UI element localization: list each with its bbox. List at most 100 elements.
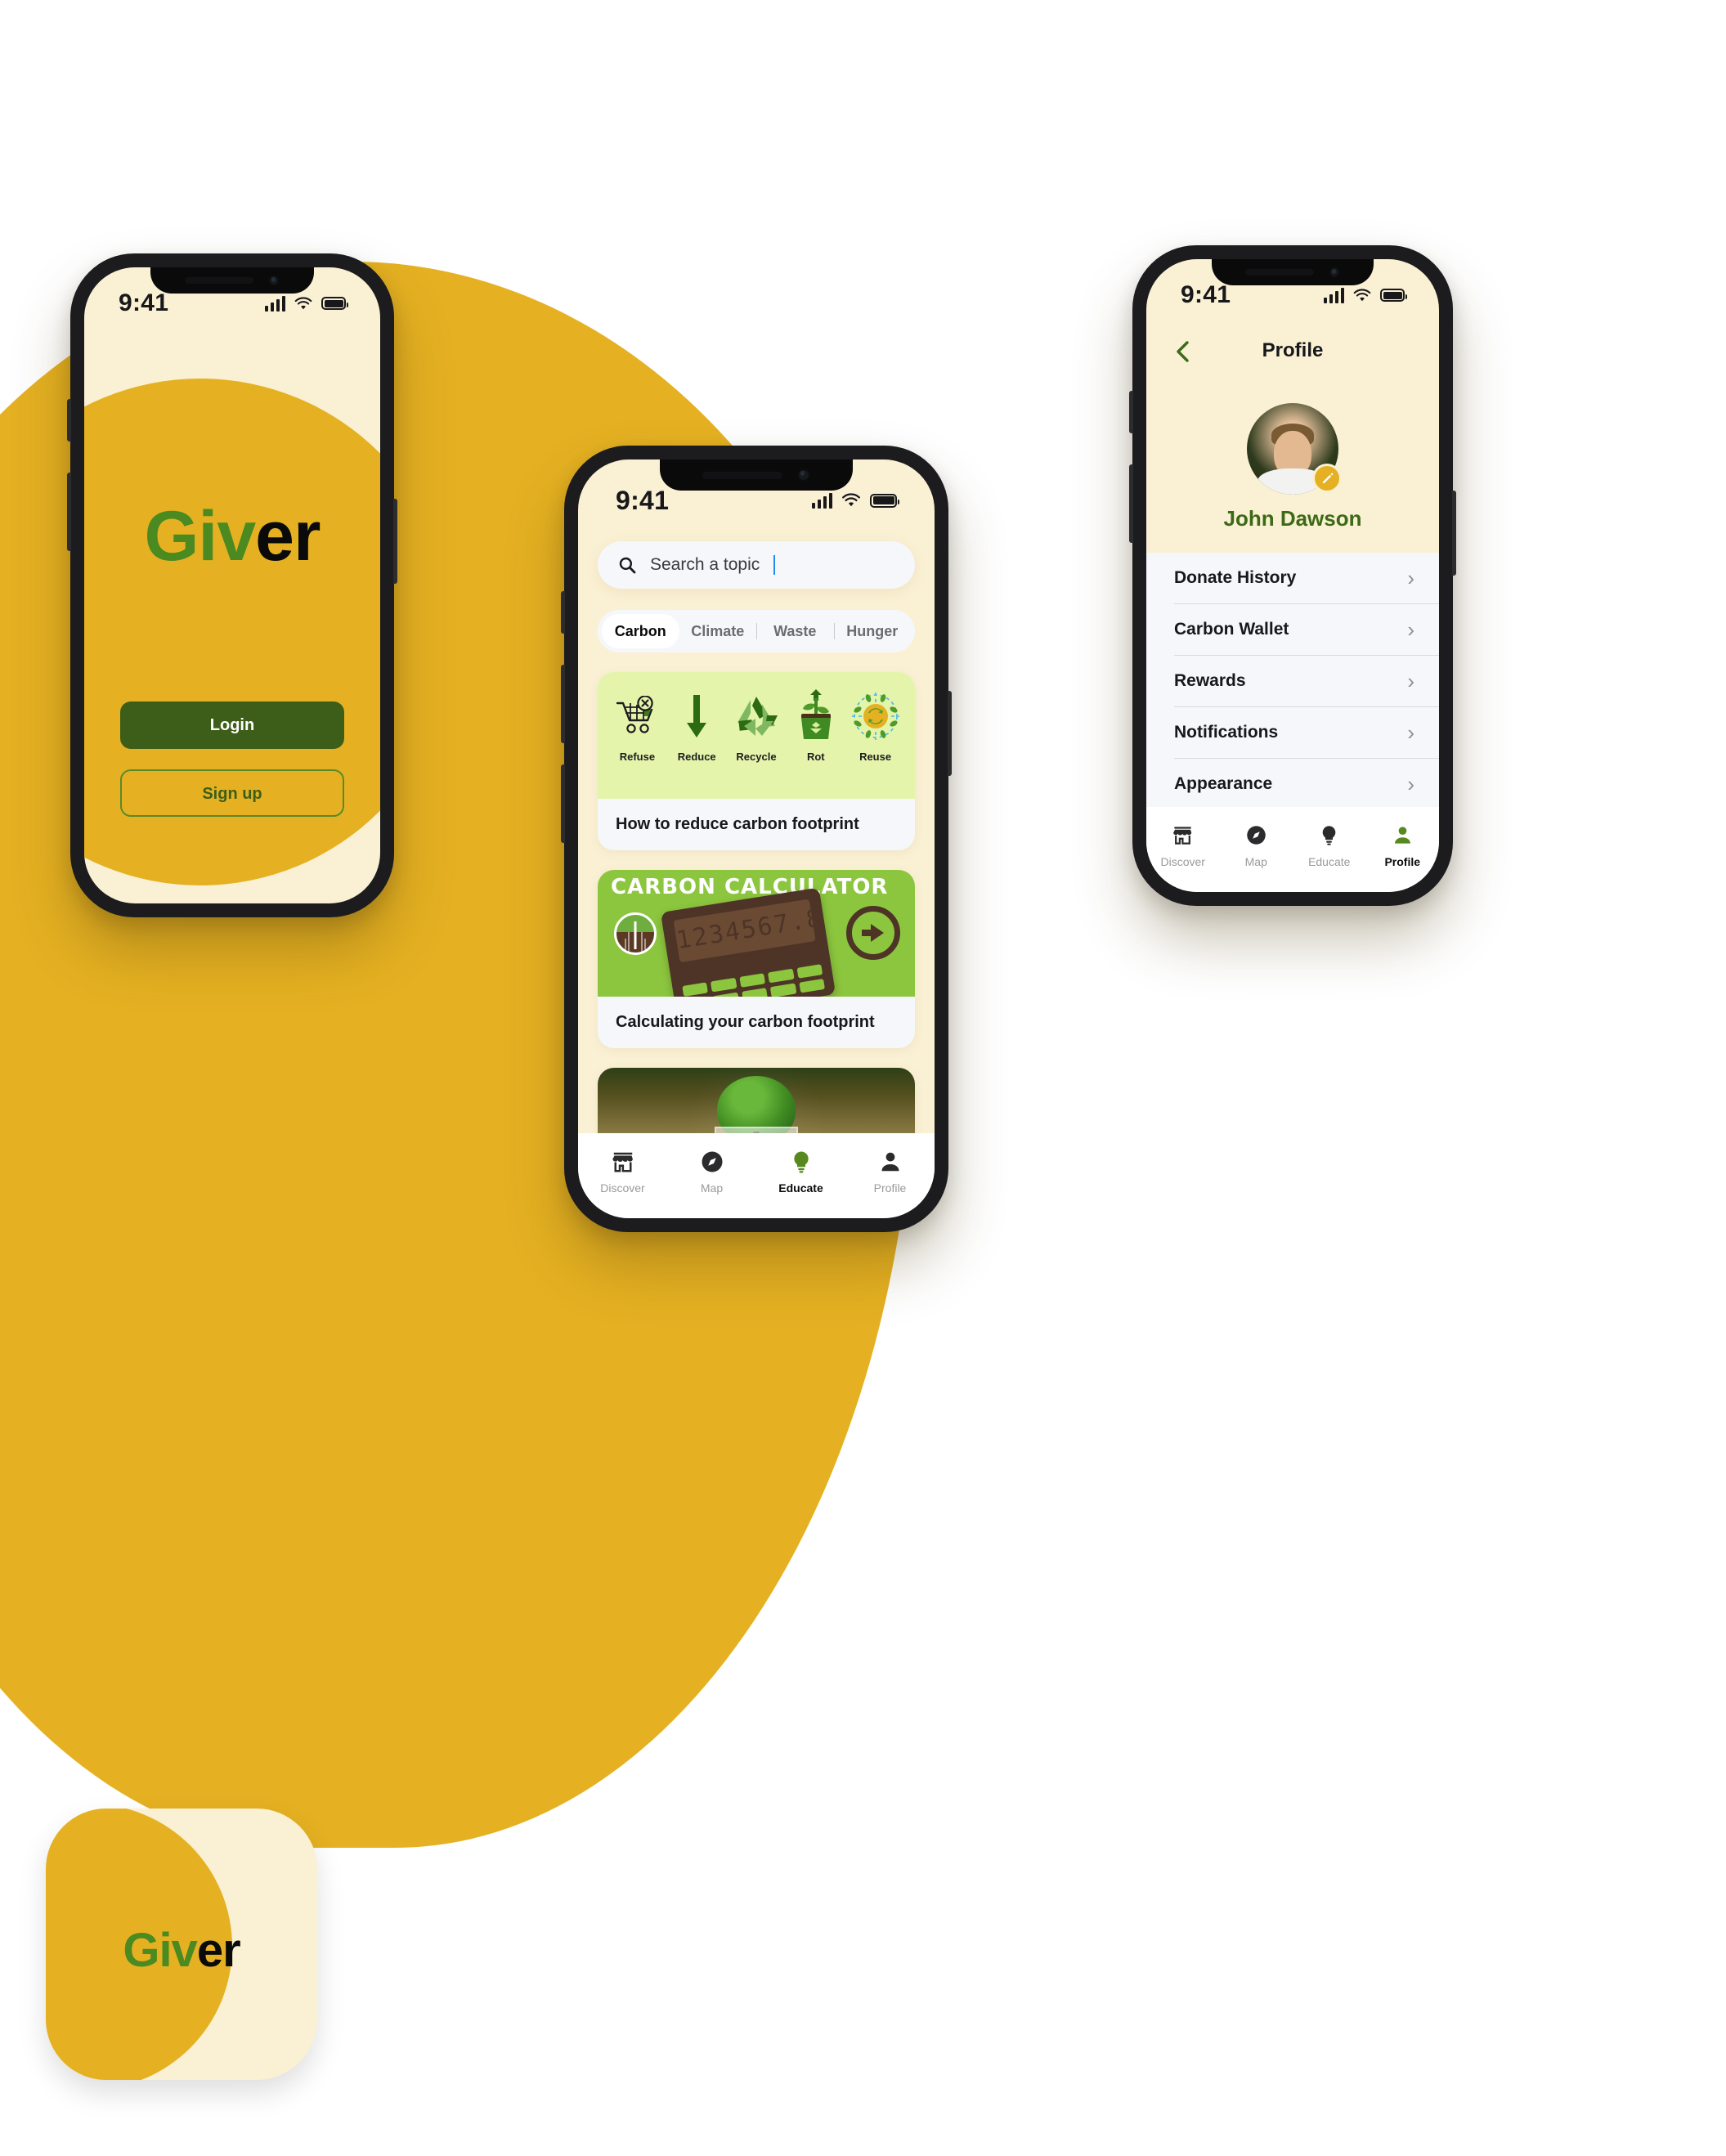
status-icons — [265, 295, 348, 312]
app-icon-wordmark: Giver — [46, 1923, 317, 1978]
content-scroll-area[interactable]: Refuse Reduce Recycle Rot Reuse How to r… — [578, 652, 935, 1133]
profile-header: Profile — [1146, 331, 1439, 383]
status-time: 9:41 — [616, 485, 670, 515]
profile-menu-item[interactable]: Carbon Wallet › — [1174, 604, 1439, 656]
status-icons — [1324, 287, 1407, 303]
tab-educate[interactable]: Educate — [1298, 822, 1361, 868]
profile-menu-item[interactable]: Appearance › — [1174, 759, 1439, 807]
phone-educate: 9:41 Search a topic Carbon Climate Waste… — [561, 446, 952, 1232]
wifi-icon — [294, 296, 312, 309]
cellular-signal-icon — [265, 295, 285, 312]
arrow-right-circle-icon[interactable] — [846, 906, 900, 960]
page-title: Profile — [1262, 339, 1324, 361]
tab-discover[interactable]: Discover — [591, 1148, 655, 1195]
menu-item-label: Rewards — [1174, 671, 1246, 690]
splash-screen: 9:41 Giver Login Sign up — [84, 267, 380, 903]
search-input[interactable]: Search a topic — [598, 541, 915, 589]
card-main-problem[interactable]: Main problem of carbon footprint › — [598, 1068, 915, 1133]
tree-canopy — [717, 1076, 796, 1133]
battery-icon — [870, 493, 899, 508]
profile-menu-list: Donate History › Carbon Wallet › Rewards… — [1146, 553, 1439, 807]
profile-menu-item[interactable]: Rewards › — [1174, 656, 1439, 707]
search-icon — [619, 557, 636, 574]
five-r-label: Rot — [806, 751, 825, 763]
status-time: 9:41 — [1181, 281, 1231, 308]
profile-menu-item[interactable]: Donate History › — [1174, 553, 1439, 604]
front-camera — [797, 468, 810, 482]
phone-power-button — [1452, 491, 1456, 576]
card-caption-text: Calculating your carbon footprint — [616, 1013, 875, 1031]
tree-in-globe-photo — [598, 1068, 915, 1133]
wifi-icon — [842, 493, 860, 507]
phone-power-button — [393, 499, 397, 584]
tab-label: Carbon — [614, 623, 666, 639]
tab-profile[interactable]: Profile — [859, 1148, 922, 1195]
device-notch — [1212, 259, 1374, 285]
menu-item-label: Donate History — [1174, 568, 1297, 587]
tab-waste[interactable]: Waste — [756, 614, 834, 648]
signup-button[interactable]: Sign up — [120, 769, 344, 817]
card-carbon-calculator[interactable]: CARBON CALCULATOR 1234567.8 Calculating … — [598, 870, 915, 1048]
five-r-refuse: Refuse — [608, 685, 666, 763]
tab-discover[interactable]: Discover — [1151, 822, 1215, 868]
phone-volume-button — [561, 764, 565, 843]
storefront-icon — [591, 1148, 655, 1176]
tab-profile[interactable]: Profile — [1370, 822, 1434, 868]
glass-globe — [715, 1127, 798, 1133]
person-icon — [859, 1148, 922, 1176]
bottom-tab-bar: Discover Map Educate Profile — [578, 1133, 935, 1218]
app-wordmark: Giver — [84, 501, 380, 571]
chevron-right-icon: › — [1407, 669, 1414, 693]
cellular-signal-icon — [1324, 287, 1344, 303]
tab-carbon[interactable]: Carbon — [602, 614, 679, 648]
tab-hunger[interactable]: Hunger — [833, 614, 912, 648]
battery-icon — [1380, 289, 1407, 302]
earpiece-speaker — [1245, 269, 1314, 276]
tab-map[interactable]: Map — [1224, 822, 1288, 868]
app-icon-wordmark-green: Giv — [123, 1924, 197, 1977]
splash-actions: Login Sign up — [120, 701, 344, 817]
card-five-rs[interactable]: Refuse Reduce Recycle Rot Reuse How to r… — [598, 672, 915, 850]
tab-label: Educate — [778, 1181, 823, 1195]
compass-icon — [1224, 822, 1288, 849]
device-notch — [660, 459, 853, 491]
five-rs-illustration: Refuse Reduce Recycle Rot Reuse — [598, 672, 915, 799]
five-r-label: Reduce — [677, 751, 716, 763]
phone-splash: 9:41 Giver Login Sign up — [67, 253, 397, 917]
tab-label: Map — [700, 1181, 724, 1195]
front-camera — [1329, 267, 1340, 278]
tab-map[interactable]: Map — [680, 1148, 744, 1195]
five-r-recycle: Recycle — [728, 685, 785, 763]
profile-menu-item[interactable]: Notifications › — [1174, 707, 1439, 759]
person-icon — [1370, 822, 1434, 849]
profile-screen: 9:41 Profile John Dawson Donate History … — [1146, 259, 1439, 892]
five-r-label: Refuse — [619, 751, 656, 763]
wordmark-green: Giv — [144, 497, 257, 576]
device-notch — [150, 267, 314, 294]
recycle-triangle-icon — [728, 685, 785, 747]
status-icons — [812, 492, 899, 509]
five-r-reduce: Reduce — [668, 685, 725, 763]
phone-power-button — [948, 691, 952, 776]
calculator-keys — [682, 964, 825, 997]
card-caption: How to reduce carbon footprint — [598, 799, 915, 850]
compass-icon — [680, 1148, 744, 1176]
chevron-right-icon: › — [1407, 720, 1414, 745]
login-button[interactable]: Login — [120, 701, 344, 749]
banner-title: CARBON CALCULATOR — [611, 875, 889, 899]
storefront-icon — [1151, 822, 1215, 849]
menu-item-label: Appearance — [1174, 774, 1273, 793]
tab-label: Discover — [600, 1181, 645, 1195]
five-r-label: Recycle — [736, 751, 777, 763]
app-icon[interactable]: Giver — [46, 1809, 317, 2080]
edit-avatar-button[interactable] — [1312, 464, 1342, 493]
wifi-icon — [1353, 288, 1371, 301]
five-r-label: Reuse — [859, 751, 892, 763]
pencil-icon — [1322, 473, 1333, 483]
text-caret — [773, 555, 776, 575]
tab-climate[interactable]: Climate — [679, 614, 757, 648]
tab-educate[interactable]: Educate — [769, 1148, 833, 1195]
cellular-signal-icon — [812, 492, 832, 509]
search-placeholder-text: Search a topic — [650, 555, 760, 574]
tab-label: Discover — [1160, 854, 1205, 868]
